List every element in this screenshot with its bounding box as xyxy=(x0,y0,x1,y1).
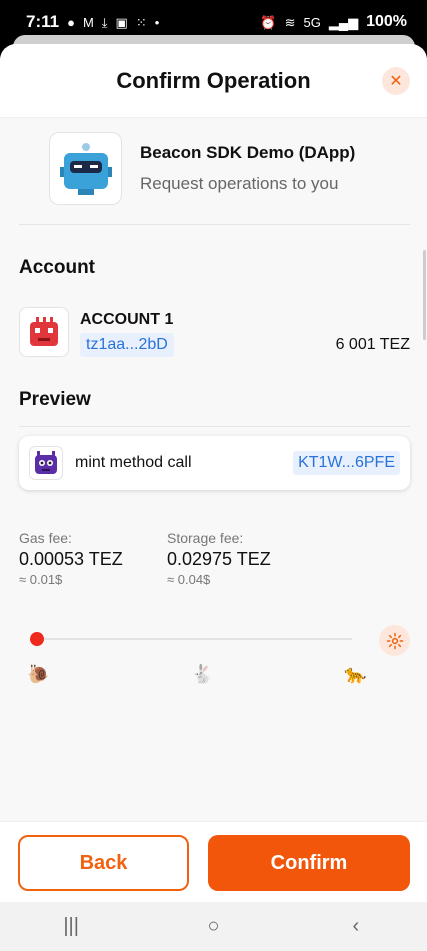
alarm-icon: ⏰ xyxy=(260,14,277,30)
fee-settings-button[interactable] xyxy=(379,625,410,656)
download-icon: ⤓ xyxy=(101,14,108,30)
operation-avatar xyxy=(29,446,63,480)
operation-card[interactable]: mint method call KT1W...6PFE xyxy=(19,436,410,490)
divider xyxy=(19,426,410,427)
avatar xyxy=(19,307,69,357)
gmail-icon: M xyxy=(82,14,94,30)
battery-level: 100% xyxy=(366,13,407,30)
dapp-info: Beacon SDK Demo (DApp) Request operation… xyxy=(49,132,355,205)
dapp-subtitle: Request operations to you xyxy=(140,174,339,193)
scrollbar[interactable] xyxy=(423,250,426,340)
home-button[interactable]: ○ xyxy=(183,915,243,938)
account-circle-icon: ● xyxy=(67,14,75,30)
gear-icon xyxy=(386,632,403,649)
divider xyxy=(19,224,410,225)
close-icon: ✕ xyxy=(389,73,403,90)
speed-slider-thumb[interactable] xyxy=(30,632,44,646)
sheet-header: Confirm Operation ✕ xyxy=(0,44,427,118)
operation-label: mint method call xyxy=(75,454,192,471)
rabbit-icon: 🐇 xyxy=(191,664,214,684)
dapp-logo xyxy=(49,132,122,205)
action-footer: Back Confirm xyxy=(0,821,427,902)
dapp-name: Beacon SDK Demo (DApp) xyxy=(140,143,356,162)
dot-icon: • xyxy=(154,14,160,30)
account-row[interactable]: ACCOUNT 1 tz1aa...2bD 6 001 TEZ xyxy=(19,307,410,359)
confirm-button[interactable]: Confirm xyxy=(208,835,410,891)
storage-fee: Storage fee: 0.02975 TEZ ≈ 0.04$ xyxy=(167,530,271,587)
account-address[interactable]: tz1aa...2bD xyxy=(80,333,174,357)
wifi-icon: ≋ xyxy=(284,14,296,30)
account-section-title: Account xyxy=(19,257,95,278)
gas-fee-approx: ≈ 0.01$ xyxy=(19,572,63,587)
storage-fee-approx: ≈ 0.04$ xyxy=(167,572,211,587)
account-balance: 6 001 TEZ xyxy=(335,336,410,353)
account-name: ACCOUNT 1 xyxy=(80,311,174,328)
close-button[interactable]: ✕ xyxy=(382,67,410,95)
back-button[interactable]: Back xyxy=(18,835,189,891)
apps-icon: ⁙ xyxy=(135,14,147,30)
recents-button[interactable]: ||| xyxy=(41,915,101,938)
signal-icon: ▂▄▆ xyxy=(328,14,359,30)
speed-slider-track[interactable] xyxy=(37,638,352,640)
snail-icon: 🐌 xyxy=(27,664,50,684)
gas-fee: Gas fee: 0.00053 TEZ ≈ 0.01$ xyxy=(19,530,123,587)
status-time: 7:11 xyxy=(26,12,60,31)
contract-address[interactable]: KT1W...6PFE xyxy=(293,451,400,475)
confirm-operation-sheet: Confirm Operation ✕ Beacon SDK Demo (DAp… xyxy=(0,44,427,902)
back-nav-button[interactable]: ‹ xyxy=(326,915,386,938)
gas-fee-label: Gas fee: xyxy=(19,530,72,546)
shopping-bag-icon: ▣ xyxy=(115,14,128,30)
5g-icon: 5G xyxy=(303,14,321,30)
storage-fee-value: 0.02975 TEZ xyxy=(167,549,271,569)
storage-fee-label: Storage fee: xyxy=(167,530,244,546)
system-navigation-bar: ||| ○ ‹ xyxy=(0,902,427,951)
preview-section-title: Preview xyxy=(19,389,91,410)
gas-fee-value: 0.00053 TEZ xyxy=(19,549,123,569)
page-title: Confirm Operation xyxy=(116,67,311,93)
cheetah-icon: 🐆 xyxy=(344,664,367,684)
